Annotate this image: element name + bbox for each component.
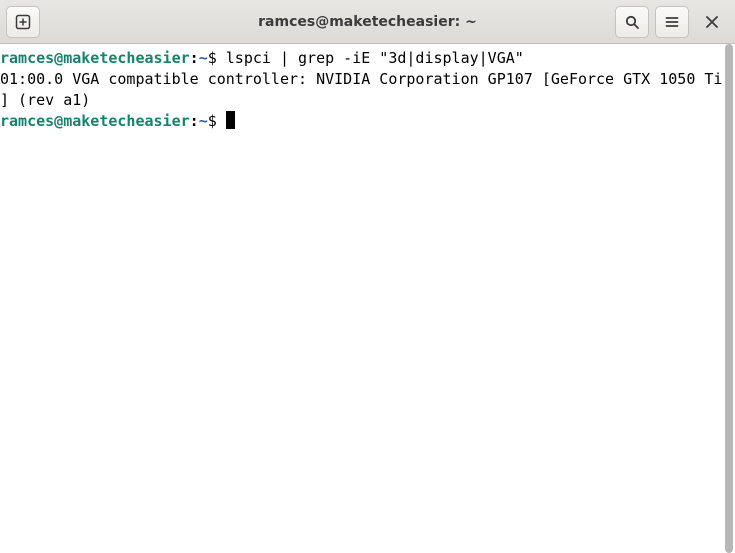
prompt-path-2: ~ bbox=[199, 112, 208, 130]
terminal-area[interactable]: ramces@maketecheasier:~$ lspci | grep -i… bbox=[0, 44, 735, 553]
output-1b: ] (rev a1) bbox=[0, 91, 90, 109]
prompt-sep-2: : bbox=[190, 112, 199, 130]
scrollbar-thumb[interactable] bbox=[725, 44, 733, 553]
close-icon bbox=[705, 15, 719, 29]
prompt-sigil-2: $ bbox=[208, 112, 217, 130]
command-1: lspci | grep -iE "3d|display|VGA" bbox=[226, 49, 524, 67]
terminal-cursor bbox=[226, 111, 235, 129]
search-icon bbox=[624, 14, 640, 30]
close-button[interactable] bbox=[695, 6, 729, 38]
menu-button[interactable] bbox=[655, 6, 689, 38]
scrollbar[interactable] bbox=[723, 44, 735, 553]
titlebar: ramces@maketecheasier: ~ bbox=[0, 0, 735, 44]
new-tab-button[interactable] bbox=[6, 6, 40, 38]
output-1a: 01:00.0 VGA compatible controller: NVIDI… bbox=[0, 70, 722, 88]
prompt-userhost-2: ramces@maketecheasier bbox=[0, 112, 190, 130]
hamburger-icon bbox=[664, 14, 680, 30]
prompt-sigil: $ bbox=[208, 49, 217, 67]
prompt-userhost: ramces@maketecheasier bbox=[0, 49, 190, 67]
search-button[interactable] bbox=[615, 6, 649, 38]
prompt-path: ~ bbox=[199, 49, 208, 67]
prompt-sep: : bbox=[190, 49, 199, 67]
new-tab-icon bbox=[15, 14, 31, 30]
